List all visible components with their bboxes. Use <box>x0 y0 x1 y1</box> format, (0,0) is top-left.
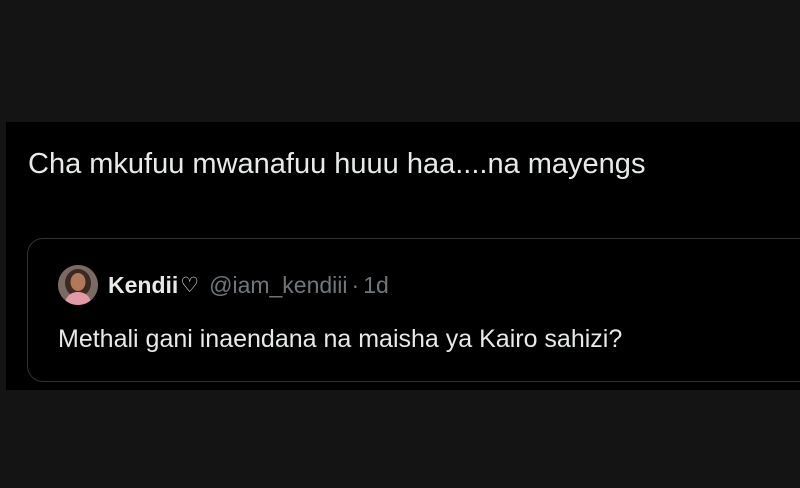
avatar[interactable] <box>58 265 98 305</box>
tweet-card[interactable]: Cha mkufuu mwanafuu huuu haa....na mayen… <box>6 122 800 390</box>
quoted-tweet-text: Methali gani inaendana na maisha ya Kair… <box>58 325 623 353</box>
avatar-image <box>58 265 98 305</box>
quoted-tweet-card[interactable]: Kendii ♡ @iam_kendiii · 1d Methali gani … <box>27 238 800 382</box>
heart-outline-icon: ♡ <box>180 273 200 297</box>
quoted-display-name[interactable]: Kendii <box>108 272 178 299</box>
tweet-text: Cha mkufuu mwanafuu huuu haa....na mayen… <box>28 148 646 180</box>
screenshot-canvas: Cha mkufuu mwanafuu huuu haa....na mayen… <box>0 0 800 488</box>
quoted-handle[interactable]: @iam_kendiii <box>209 272 347 299</box>
quoted-timestamp[interactable]: 1d <box>363 272 389 299</box>
dot-separator: · <box>351 271 360 298</box>
quoted-tweet-header: Kendii ♡ @iam_kendiii · 1d <box>58 265 389 305</box>
